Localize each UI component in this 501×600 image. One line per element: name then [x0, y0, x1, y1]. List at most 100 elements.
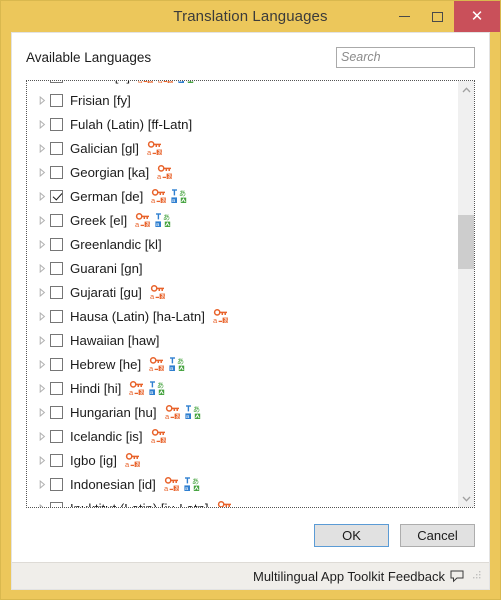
expand-triangle-icon[interactable] — [39, 479, 46, 489]
status-bar: Multilingual App Toolkit Feedback — [12, 562, 489, 589]
expand-triangle-icon[interactable] — [39, 143, 46, 153]
language-checkbox[interactable] — [50, 261, 63, 275]
language-provider-icons: aあaあ — [151, 188, 187, 204]
translator-orange-icon: aあ — [165, 404, 180, 420]
row-expander[interactable] — [35, 119, 50, 129]
row-expander[interactable] — [35, 455, 50, 465]
row-expander[interactable] — [35, 239, 50, 249]
title-bar[interactable]: Translation Languages ✕ — [1, 1, 500, 32]
language-checkbox[interactable] — [50, 453, 63, 467]
minimize-button[interactable] — [388, 1, 420, 32]
language-row[interactable]: Gujarati [gu] a あ — [27, 280, 457, 304]
speech-bubble-icon[interactable] — [450, 570, 464, 583]
row-expander[interactable] — [35, 479, 50, 489]
row-expander[interactable] — [35, 263, 50, 273]
window-title: Translation Languages — [173, 8, 328, 25]
language-checkbox[interactable] — [50, 213, 63, 227]
language-row[interactable]: Hindi [hi] a あ a あ — [27, 376, 457, 400]
translator-orange-icon: aあ — [125, 452, 141, 468]
maximize-button[interactable] — [420, 1, 454, 32]
language-row[interactable]: Guarani [gn] — [27, 256, 457, 280]
language-checkbox[interactable] — [50, 141, 63, 155]
translator-orange-icon: aあ — [149, 356, 165, 372]
language-row[interactable]: Indonesian [id] a あ a あ — [27, 472, 457, 496]
language-row[interactable]: Hausa (Latin) [ha-Latn] a あ — [27, 304, 457, 328]
language-checkbox[interactable] — [50, 477, 63, 491]
row-expander[interactable] — [35, 311, 50, 321]
scroll-up-button[interactable] — [458, 81, 474, 98]
expand-triangle-icon[interactable] — [39, 287, 46, 297]
language-row[interactable]: Hebrew [he] a あ a あ — [27, 352, 457, 376]
scrollbar-thumb[interactable] — [458, 215, 474, 269]
language-checkbox[interactable] — [50, 333, 63, 347]
language-checkbox[interactable] — [50, 501, 63, 507]
expand-triangle-icon[interactable] — [39, 167, 46, 177]
row-expander[interactable] — [35, 431, 50, 441]
language-row[interactable]: Icelandic [is] a あ — [27, 424, 457, 448]
row-expander[interactable] — [35, 215, 50, 225]
language-row[interactable]: Hungarian [hu] a あ a あ — [27, 400, 457, 424]
feedback-link[interactable]: Multilingual App Toolkit Feedback — [253, 569, 445, 584]
expand-triangle-icon[interactable] — [39, 503, 46, 508]
expand-triangle-icon[interactable] — [39, 95, 46, 105]
row-expander[interactable] — [35, 503, 50, 508]
language-row[interactable]: Galician [gl] a あ — [27, 136, 457, 160]
cancel-button[interactable]: Cancel — [400, 523, 475, 547]
language-row[interactable]: Greek [el] a あ a あ — [27, 208, 457, 232]
resize-grip[interactable] — [471, 571, 481, 581]
scroll-down-button[interactable] — [458, 490, 474, 507]
row-expander[interactable] — [35, 191, 50, 201]
scrollbar-track[interactable] — [458, 98, 474, 490]
language-row[interactable]: German [de] a あ a あ — [27, 184, 457, 208]
language-checkbox[interactable] — [50, 309, 63, 323]
language-row[interactable]: Greenlandic [kl] — [27, 232, 457, 256]
expand-triangle-icon[interactable] — [39, 191, 46, 201]
language-row[interactable]: Igbo [ig] a あ — [27, 448, 457, 472]
language-row[interactable]: Fulah (Latin) [ff-Latn] — [27, 112, 457, 136]
expand-triangle-icon[interactable] — [39, 455, 46, 465]
ok-button[interactable]: OK — [314, 523, 389, 547]
row-expander[interactable] — [35, 287, 50, 297]
row-expander[interactable] — [35, 359, 50, 369]
expand-triangle-icon[interactable] — [39, 311, 46, 321]
row-expander[interactable] — [35, 95, 50, 105]
language-row-clipped[interactable]: French [fr]aあaあaあ — [27, 81, 457, 88]
language-checkbox[interactable] — [50, 117, 63, 131]
expand-triangle-icon[interactable] — [39, 263, 46, 273]
row-expander[interactable] — [35, 335, 50, 345]
language-checkbox[interactable] — [50, 381, 63, 395]
language-checkbox-checked[interactable] — [50, 189, 63, 203]
language-checkbox[interactable] — [50, 165, 63, 179]
language-row[interactable]: Hawaiian [haw] — [27, 328, 457, 352]
expand-triangle-icon[interactable] — [39, 335, 46, 345]
expand-triangle-icon[interactable] — [39, 383, 46, 393]
language-checkbox[interactable] — [50, 93, 63, 107]
language-checkbox[interactable] — [50, 357, 63, 371]
expand-triangle-icon[interactable] — [39, 407, 46, 417]
row-expander[interactable] — [35, 167, 50, 177]
language-row[interactable]: Inuktitut (Latin) [iu-Latn] aあ — [27, 496, 457, 507]
language-checkbox[interactable] — [50, 237, 63, 251]
search-input[interactable] — [336, 46, 475, 68]
language-checkbox[interactable] — [50, 429, 63, 443]
languages-listbox[interactable]: French [fr]aあaあaあFrisian [fy]Fulah (Lati… — [26, 80, 475, 508]
dialog-content: Available Languages French [fr]aあaあaあFri… — [12, 33, 489, 508]
language-label: French [fr] — [70, 81, 130, 84]
expand-triangle-icon[interactable] — [39, 239, 46, 249]
language-provider-icons: aあ — [213, 308, 229, 324]
language-checkbox[interactable] — [50, 285, 63, 299]
language-row[interactable]: Georgian [ka] a あ — [27, 160, 457, 184]
list-scrollbar[interactable] — [457, 81, 474, 507]
expand-triangle-icon[interactable] — [39, 431, 46, 441]
expand-triangle-icon[interactable] — [39, 359, 46, 369]
language-row[interactable]: Frisian [fy] — [27, 88, 457, 112]
close-button[interactable]: ✕ — [454, 1, 500, 32]
svg-text:a: a — [129, 388, 134, 396]
row-expander[interactable] — [35, 407, 50, 417]
row-expander[interactable] — [35, 143, 50, 153]
row-expander[interactable] — [35, 383, 50, 393]
language-checkbox[interactable] — [50, 405, 63, 419]
expand-triangle-icon[interactable] — [39, 119, 46, 129]
language-checkbox[interactable] — [50, 81, 63, 83]
expand-triangle-icon[interactable] — [39, 215, 46, 225]
